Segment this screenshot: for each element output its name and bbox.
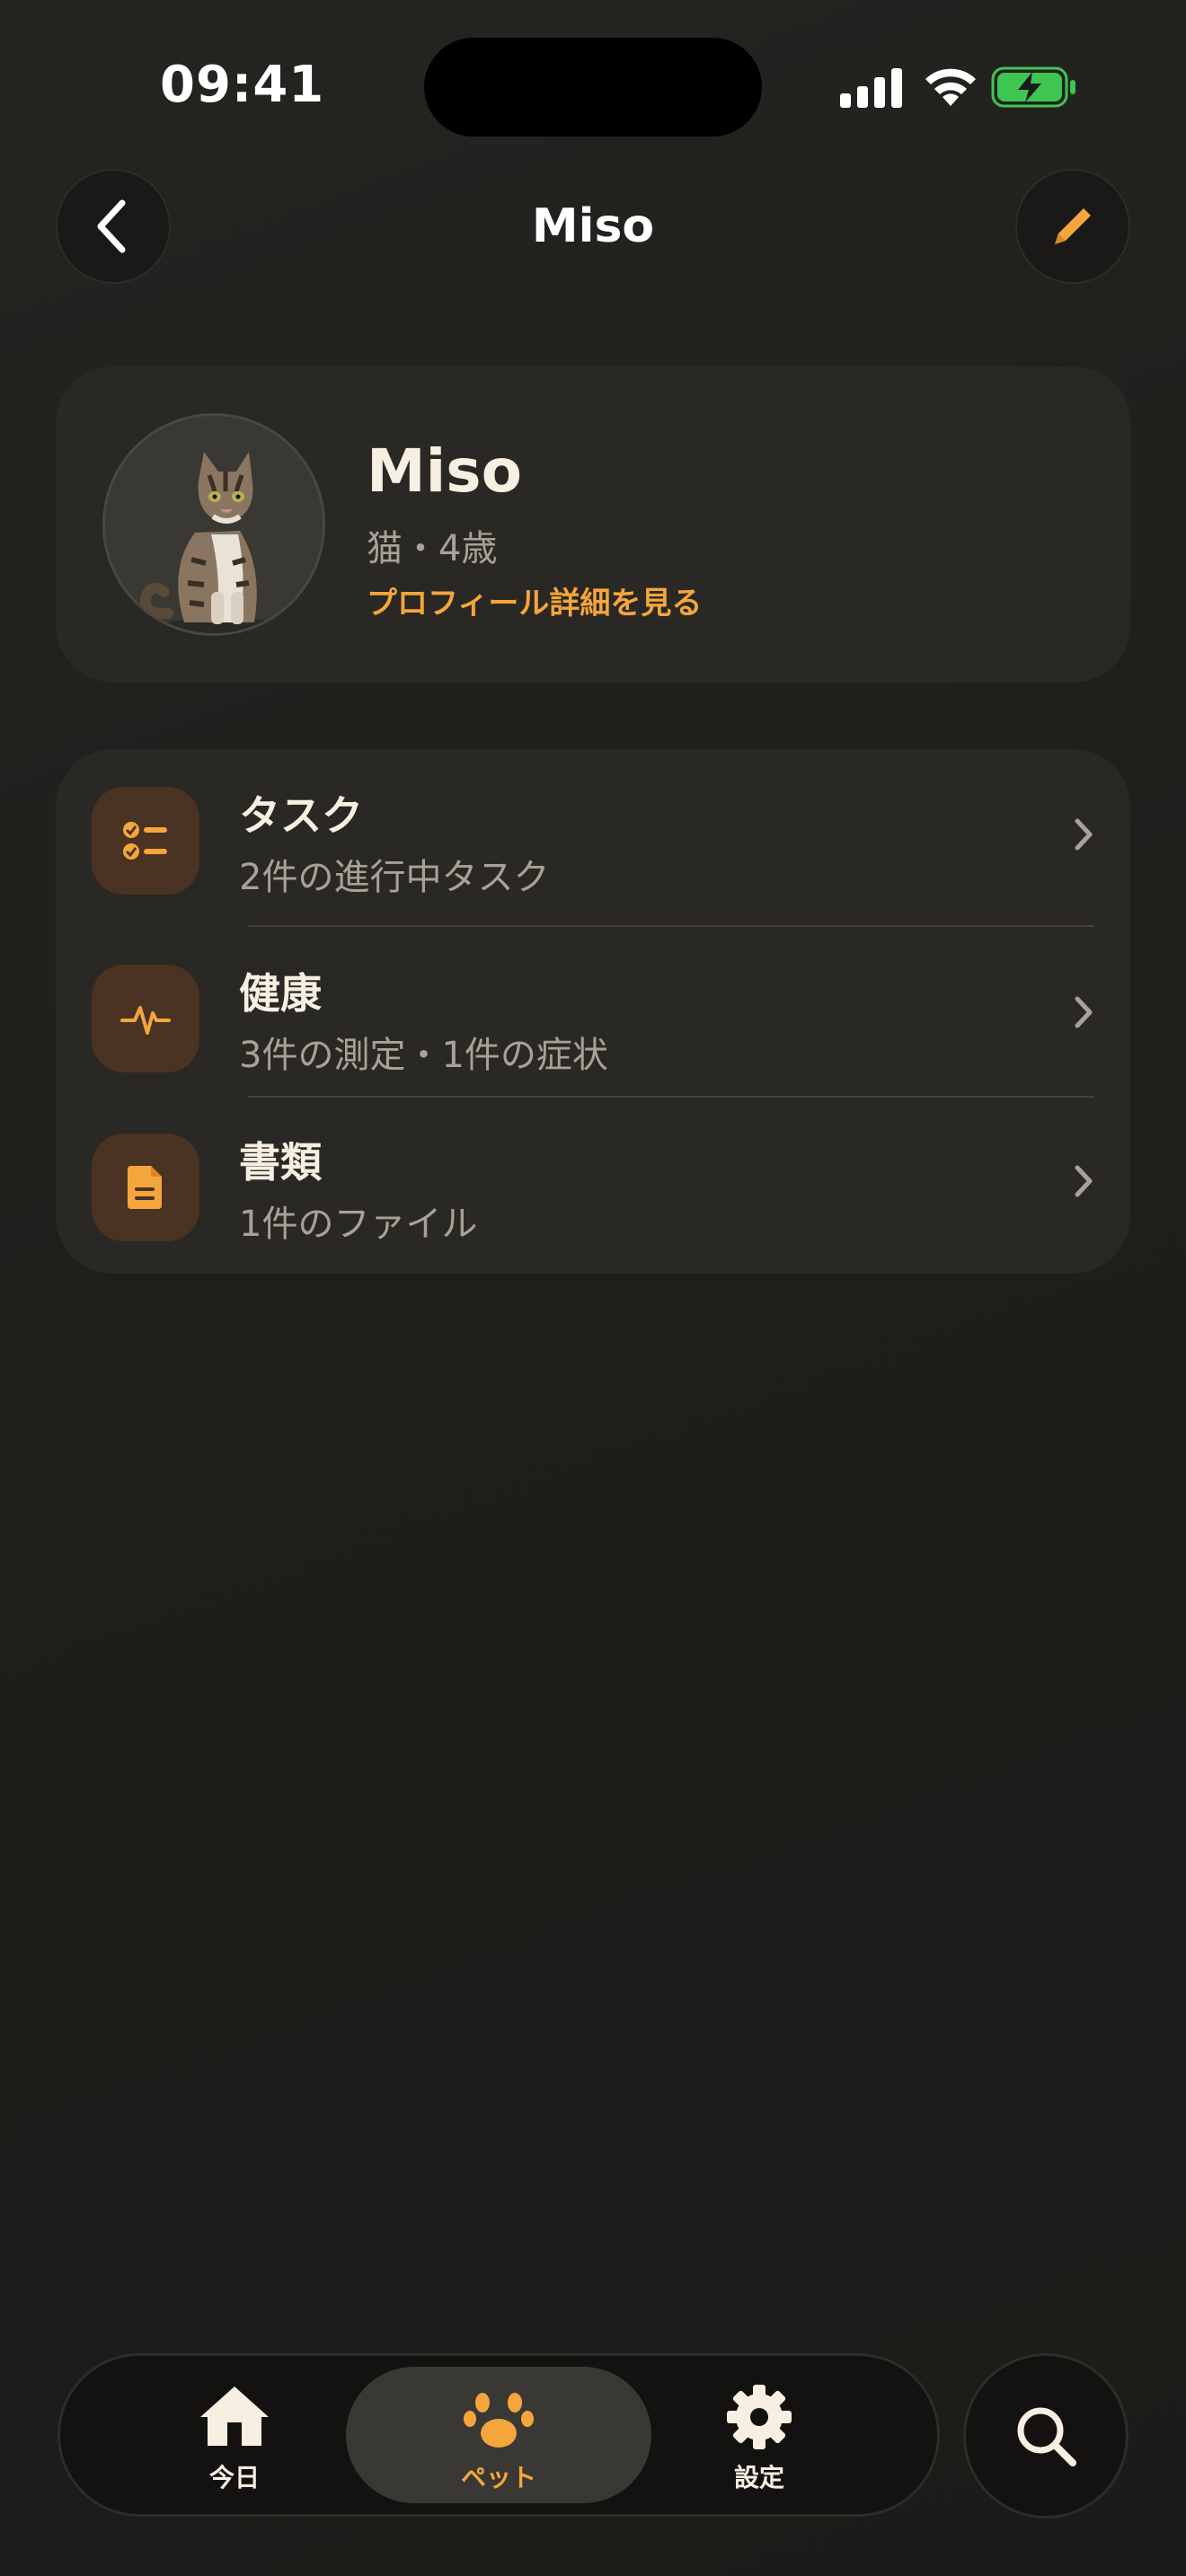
search-button[interactable] [963,2353,1128,2519]
menu-icon-tile [92,1134,199,1241]
signal-icon [840,68,902,108]
tab-pets[interactable]: ペット [346,2367,651,2503]
pet-species-age: 猫・4歳 [367,528,498,569]
paw-icon [464,2393,534,2448]
edit-button[interactable] [1015,169,1130,284]
tab-label: 今日 [208,2463,260,2492]
chevron-right-icon [1075,996,1093,1028]
cat-photo [140,452,294,633]
menu-icon-tile [92,787,199,895]
pencil-icon [1055,208,1091,244]
page-title: Miso [531,199,655,253]
tab-settings[interactable]: 設定 [678,2356,840,2514]
pet-menu-list: タスク 2件の進行中タスク 健康 3件の測定・1件の症状 書類 1件のファイル [56,749,1130,1274]
pet-avatar [102,413,325,636]
wifi-icon [925,68,976,106]
menu-icon-tile [92,965,199,1072]
chevron-right-icon [1075,1165,1093,1197]
tab-bar: 今日 ペット 設定 [58,2353,940,2517]
status-time: 09:41 [160,56,325,114]
dynamic-island [424,38,762,137]
tab-today[interactable]: 今日 [154,2356,315,2514]
menu-item-health[interactable]: 健康 3件の測定・1件の症状 [56,927,1130,1096]
menu-subtitle: 2件の進行中タスク [239,857,550,898]
menu-title: 書類 [239,1138,322,1187]
menu-item-tasks[interactable]: タスク 2件の進行中タスク [56,749,1130,918]
menu-title: 健康 [239,969,322,1018]
profile-details-link[interactable]: プロフィール詳細を見る [367,578,702,622]
search-icon [1017,2407,1076,2466]
menu-subtitle: 1件のファイル [239,1204,478,1245]
menu-title: タスク [239,791,363,840]
menu-subtitle: 3件の測定・1件の症状 [239,1035,608,1076]
tab-label: ペット [460,2463,536,2492]
home-icon [200,2386,269,2446]
menu-item-documents[interactable]: 書類 1件のファイル [56,1096,1130,1265]
tab-label: 設定 [733,2463,784,2492]
pet-name: Miso [367,437,522,506]
pet-detail-screen: 09:41 Miso Miso 猫・4歳 プロフィール詳細を見る タスク 2件の… [0,0,1186,2576]
checklist-icon [123,822,167,860]
chevron-right-icon [1075,818,1093,851]
battery-icon [991,66,1075,108]
pulse-icon [120,1006,171,1035]
document-icon [128,1166,162,1209]
gear-icon [727,2385,792,2449]
profile-card[interactable]: Miso 猫・4歳 プロフィール詳細を見る [56,366,1130,683]
